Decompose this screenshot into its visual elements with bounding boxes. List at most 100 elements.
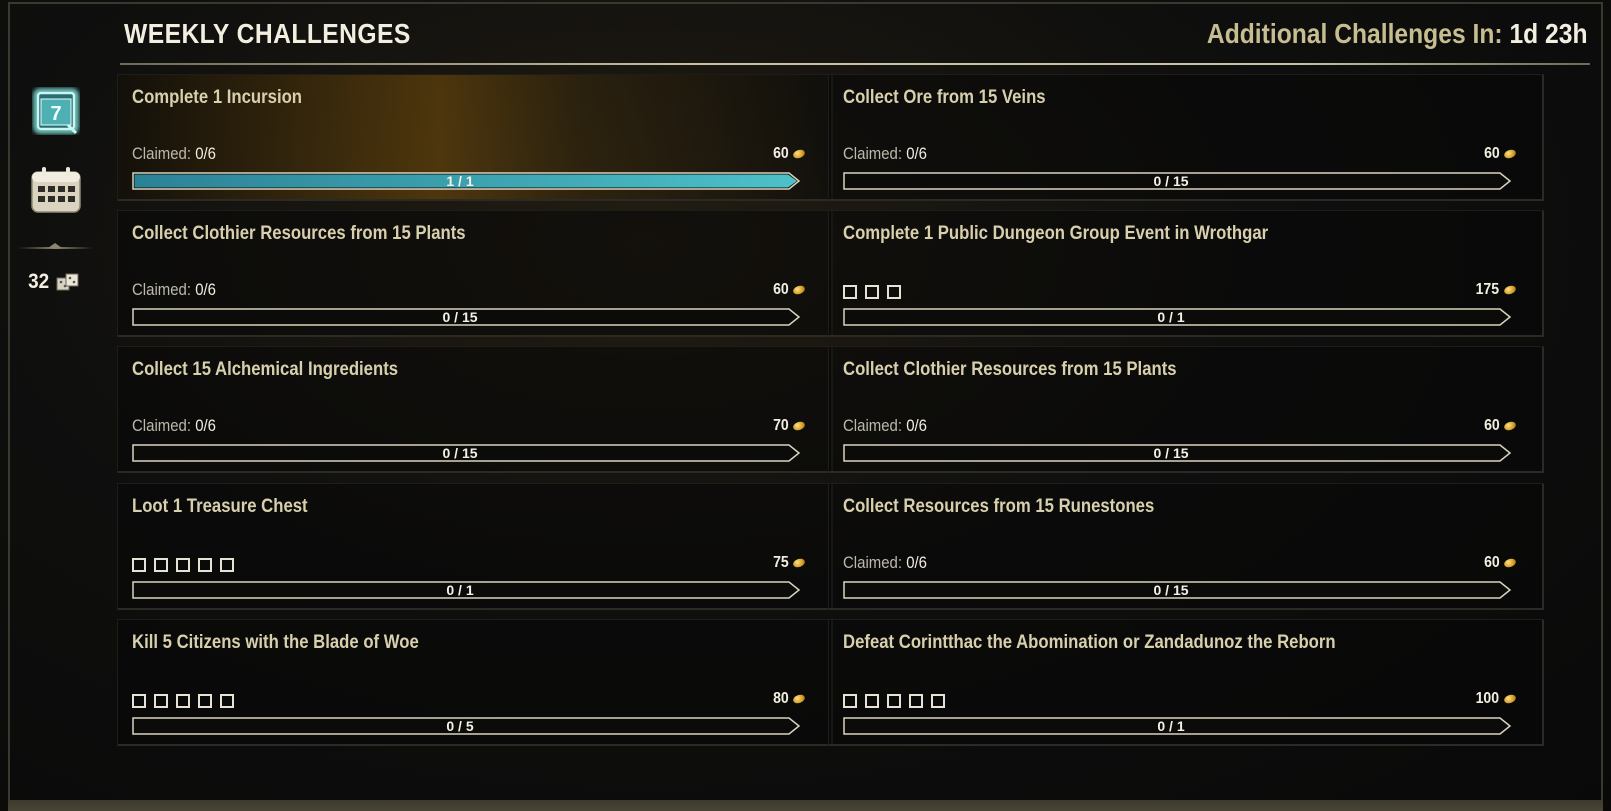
progress-bar: 1 / 1: [132, 172, 801, 190]
timer-label: Additional Challenges In:: [1206, 18, 1509, 49]
challenge-card[interactable]: Collect Clothier Resources from 15 Plant…: [117, 210, 833, 337]
progress-text: 0 / 15: [1153, 445, 1189, 461]
challenge-card[interactable]: Collect 15 Alchemical Ingredients Claimed…: [117, 346, 833, 473]
challenge-title: Collect Clothier Resources from 15 Plant…: [843, 359, 1177, 380]
reward-value: 60: [773, 145, 789, 162]
progress-bar: 0 / 15: [843, 444, 1512, 462]
claimed-status: Claimed: 0/6: [843, 553, 927, 573]
challenge-title: Collect Resources from 15 Runestones: [843, 496, 1155, 517]
gold-icon: [791, 420, 807, 432]
svg-text:7: 7: [50, 103, 61, 125]
reward-value: 80: [773, 690, 789, 707]
challenge-card[interactable]: Complete 1 Public Dungeon Group Event in…: [828, 210, 1544, 337]
gold-icon: [791, 284, 807, 296]
empty-slot-icon: [843, 694, 857, 708]
progress-bar: 0 / 5: [132, 717, 801, 735]
calendar-icon: [31, 167, 81, 213]
empty-slot-icon: [220, 694, 234, 708]
seals-icon: [56, 273, 79, 291]
challenge-card[interactable]: Kill 5 Citizens with the Blade of Woe 80 0…: [117, 619, 833, 746]
reward-value: 70: [773, 417, 789, 434]
timer-value: 1d 23h: [1508, 18, 1587, 49]
empty-slot-icon: [132, 694, 146, 708]
reward-slots: [132, 558, 234, 572]
reward-slots: [843, 694, 945, 708]
calendar-tab[interactable]: [28, 165, 84, 215]
refresh-timer: Additional Challenges In: 1d 23h: [1206, 18, 1587, 50]
empty-slot-icon: [198, 694, 212, 708]
challenge-title: Collect Ore from 15 Veins: [843, 87, 1046, 108]
progress-bar: 0 / 15: [132, 308, 801, 326]
progress-text: 1 / 1: [446, 173, 474, 189]
progress-text: 0 / 15: [442, 309, 478, 325]
calendar-7-icon: 7: [33, 88, 79, 135]
challenge-title: Defeat Corintthac the Abomination or Zan…: [843, 632, 1336, 653]
claimed-value: 0/6: [195, 416, 216, 435]
challenge-title: Collect Clothier Resources from 15 Plant…: [132, 223, 466, 244]
claimed-label: Claimed:: [132, 144, 196, 163]
claimed-status: Claimed: 0/6: [843, 416, 927, 436]
gold-icon: [1502, 420, 1518, 432]
reward-amount: 175: [1474, 281, 1518, 299]
reward-value: 100: [1475, 690, 1500, 707]
progress-text: 0 / 1: [1157, 309, 1185, 325]
challenge-title: Kill 5 Citizens with the Blade of Woe: [132, 632, 419, 653]
progress-bar: 0 / 1: [843, 717, 1512, 735]
empty-slot-icon: [887, 285, 901, 299]
empty-slot-icon: [132, 558, 146, 572]
challenge-title: Loot 1 Treasure Chest: [132, 496, 308, 517]
empty-slot-icon: [865, 285, 879, 299]
window-bottom-edge: [8, 800, 1603, 811]
challenge-card[interactable]: Collect Clothier Resources from 15 Plant…: [828, 346, 1544, 473]
claimed-label: Claimed:: [132, 280, 196, 299]
reward-amount: 100: [1474, 690, 1518, 708]
progress-bar: 0 / 15: [132, 444, 801, 462]
challenge-card[interactable]: Complete 1 Incursion Claimed: 0/6 60 1 / 1: [117, 74, 833, 201]
claimed-value: 0/6: [195, 280, 216, 299]
reward-slots: [132, 694, 234, 708]
challenge-card[interactable]: Loot 1 Treasure Chest 75 0 / 1: [117, 483, 833, 610]
progress-text: 0 / 5: [446, 718, 474, 734]
seal-count: 32: [28, 270, 50, 293]
reward-amount: 75: [772, 554, 807, 572]
empty-slot-icon: [931, 694, 945, 708]
gold-icon: [791, 148, 807, 160]
gold-icon: [1502, 693, 1518, 705]
progress-text: 0 / 1: [446, 582, 474, 598]
progress-text: 0 / 1: [1157, 718, 1185, 734]
claimed-value: 0/6: [906, 553, 927, 572]
progress-text: 0 / 15: [1153, 173, 1189, 189]
gold-icon: [1502, 284, 1518, 296]
reward-value: 60: [1484, 145, 1500, 162]
challenge-title: Complete 1 Public Dungeon Group Event in…: [843, 223, 1269, 244]
claimed-label: Claimed:: [132, 416, 196, 435]
empty-slot-icon: [843, 285, 857, 299]
reward-value: 175: [1475, 281, 1500, 298]
challenge-card[interactable]: Collect Resources from 15 Runestones Clai…: [828, 483, 1544, 610]
reward-value: 60: [773, 281, 789, 298]
progress-bar: 0 / 1: [843, 308, 1512, 326]
challenge-card[interactable]: Collect Ore from 15 Veins Claimed: 0/6 60 0…: [828, 74, 1544, 201]
weekly-challenges-tab[interactable]: 7: [30, 85, 82, 137]
header-divider: [120, 63, 1590, 65]
reward-slots: [843, 285, 901, 299]
seal-balance: 32: [27, 270, 82, 294]
progress-bar: 0 / 15: [843, 172, 1512, 190]
reward-value: 60: [1484, 417, 1500, 434]
page-title: WEEKLY CHALLENGES: [124, 18, 411, 49]
empty-slot-icon: [220, 558, 234, 572]
gold-icon: [791, 693, 807, 705]
reward-amount: 60: [1483, 145, 1518, 163]
progress-text: 0 / 15: [1153, 582, 1189, 598]
claimed-status: Claimed: 0/6: [132, 416, 216, 436]
reward-value: 75: [773, 554, 789, 571]
empty-slot-icon: [176, 558, 190, 572]
challenge-card[interactable]: Defeat Corintthac the Abomination or Zan…: [828, 619, 1544, 746]
reward-amount: 70: [772, 417, 807, 435]
empty-slot-icon: [154, 558, 168, 572]
empty-slot-icon: [176, 694, 190, 708]
claimed-label: Claimed:: [843, 553, 907, 572]
claimed-value: 0/6: [195, 144, 216, 163]
empty-slot-icon: [909, 694, 923, 708]
reward-amount: 60: [772, 281, 807, 299]
